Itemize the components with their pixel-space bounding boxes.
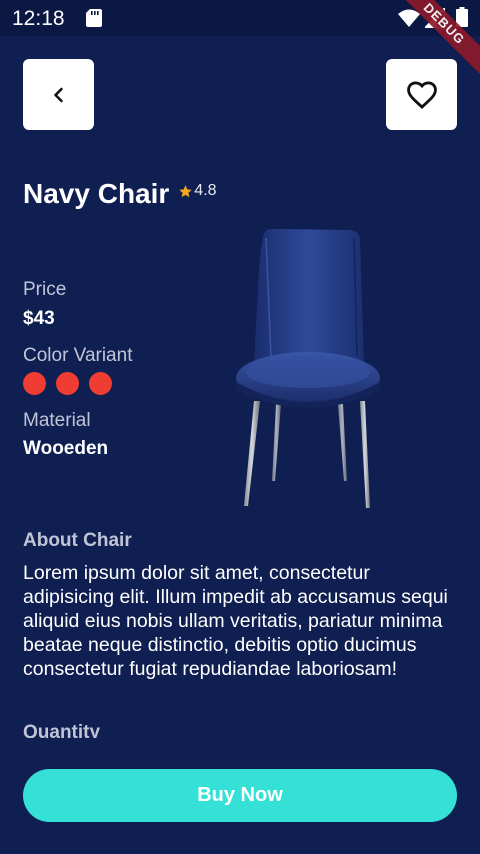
product-detail-screen: 12:18 DEBUG Navy Chair 4.8 Price $43 Col…: [0, 0, 480, 854]
about-description: Lorem ipsum dolor sit amet, consectetur …: [23, 562, 448, 680]
chair-image: [236, 228, 380, 508]
price-label: Price: [23, 279, 67, 300]
color-variant-label: Color Variant: [23, 345, 133, 366]
about-heading: About Chair: [23, 530, 132, 551]
back-button[interactable]: [23, 59, 94, 130]
heart-outline-icon: [406, 81, 437, 109]
scroll-clip: Quantity: [0, 720, 480, 738]
title-row: Navy Chair 4.8: [23, 178, 217, 210]
material-label: Material: [23, 410, 91, 431]
star-icon: [179, 184, 193, 197]
color-variant-swatch[interactable]: [23, 372, 46, 395]
quantity-label: Quantity: [23, 722, 101, 738]
sd-card-icon: [86, 9, 102, 27]
chevron-left-icon: [53, 87, 63, 102]
rating: 4.8: [178, 182, 217, 200]
buy-now-button[interactable]: Buy Now: [23, 769, 457, 822]
price-value: $43: [23, 308, 55, 329]
product-title: Navy Chair: [23, 178, 170, 209]
rating-value: 4.8: [194, 182, 217, 199]
material-value: Wooeden: [23, 438, 109, 459]
color-variant-swatch[interactable]: [56, 372, 79, 395]
status-time: 12:18: [12, 7, 65, 30]
status-bar: 12:18 DEBUG: [0, 0, 480, 81]
color-variant-list: [23, 372, 122, 395]
color-variant-swatch[interactable]: [89, 372, 112, 395]
favorite-button[interactable]: [386, 59, 457, 130]
